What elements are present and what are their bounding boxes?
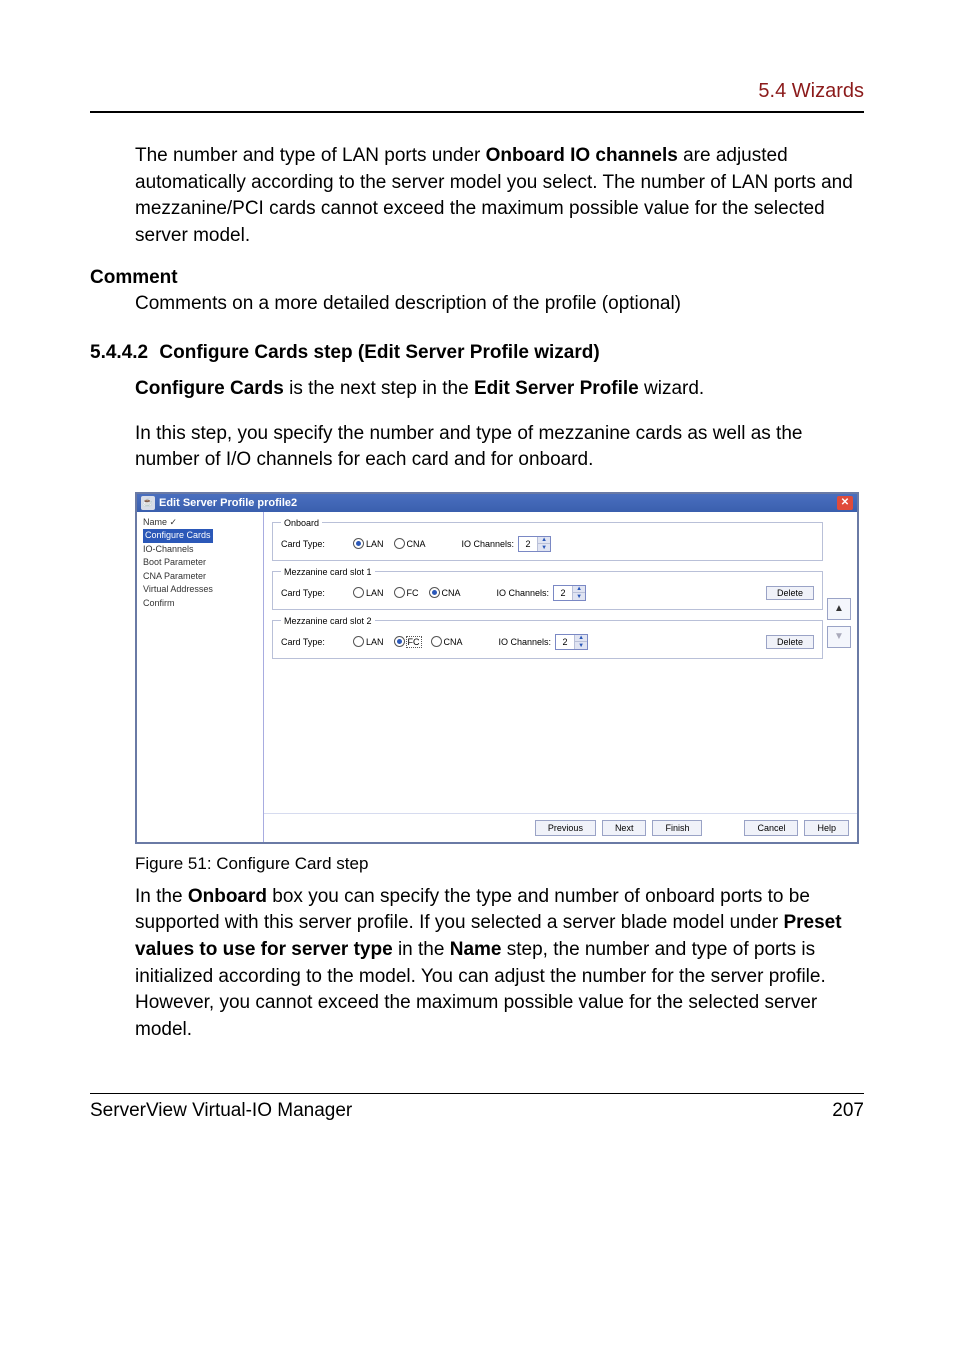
mezz1-io-spinner[interactable]: 2 ▲▼ bbox=[553, 585, 586, 601]
spinner-value: 2 bbox=[556, 635, 574, 649]
term-comment-body: Comments on a more detailed description … bbox=[135, 291, 864, 318]
group-mezz1: Mezzanine card slot 1 Card Type: LAN FC … bbox=[272, 567, 823, 610]
radio-label: FC bbox=[407, 637, 421, 647]
java-icon: ☕ bbox=[141, 496, 155, 510]
nav-item-boot-parameter[interactable]: Boot Parameter bbox=[143, 556, 263, 570]
spinner-up-icon[interactable]: ▲ bbox=[537, 537, 550, 545]
titlebar: ☕ Edit Server Profile profile2 ✕ bbox=[137, 494, 857, 512]
mezz2-legend: Mezzanine card slot 2 bbox=[281, 616, 375, 626]
bold: Edit Server Profile bbox=[474, 378, 639, 399]
group-mezz2: Mezzanine card slot 2 Card Type: LAN FC … bbox=[272, 616, 823, 659]
help-button[interactable]: Help bbox=[804, 820, 849, 836]
text: wizard. bbox=[639, 378, 704, 399]
radio-mezz1-lan[interactable]: LAN bbox=[353, 587, 384, 598]
spinner-up-icon[interactable]: ▲ bbox=[572, 586, 585, 594]
para-step-desc: In this step, you specify the number and… bbox=[135, 421, 864, 474]
nav-item-virtual-addresses[interactable]: Virtual Addresses bbox=[143, 583, 263, 597]
radio-label: FC bbox=[407, 588, 419, 598]
move-up-button[interactable]: ▲ bbox=[827, 598, 851, 620]
radio-mezz2-fc[interactable]: FC bbox=[394, 636, 421, 647]
next-button[interactable]: Next bbox=[602, 820, 647, 836]
nav-item-name[interactable]: Name bbox=[143, 516, 263, 530]
previous-button[interactable]: Previous bbox=[535, 820, 596, 836]
button-bar: Previous Next Finish Cancel Help bbox=[264, 813, 857, 842]
delete-button[interactable]: Delete bbox=[766, 586, 814, 600]
finish-button[interactable]: Finish bbox=[652, 820, 702, 836]
section-heading: 5.4.4.2 Configure Cards step (Edit Serve… bbox=[90, 342, 864, 364]
figure-dialog: ☕ Edit Server Profile profile2 ✕ Name Co… bbox=[135, 492, 864, 874]
nav-item-confirm[interactable]: Confirm bbox=[143, 597, 263, 611]
text: is the next step in the bbox=[284, 378, 474, 399]
onboard-io-spinner[interactable]: 2 ▲▼ bbox=[518, 536, 551, 552]
term-comment: Comment bbox=[90, 267, 864, 289]
spinner-value: 2 bbox=[554, 586, 572, 600]
group-onboard: Onboard Card Type: LAN CNA IO Channels: bbox=[272, 518, 823, 561]
section-number: 5.4.4.2 bbox=[90, 342, 148, 363]
cancel-button[interactable]: Cancel bbox=[744, 820, 798, 836]
radio-mezz1-fc[interactable]: FC bbox=[394, 587, 419, 598]
nav-item-configure-cards[interactable]: Configure Cards bbox=[143, 529, 213, 543]
label-card-type: Card Type: bbox=[281, 539, 337, 549]
footer-page-number: 207 bbox=[832, 1100, 864, 1122]
window-title: Edit Server Profile profile2 bbox=[159, 497, 297, 509]
label-io-channels: IO Channels: bbox=[499, 637, 552, 647]
spinner-up-icon[interactable]: ▲ bbox=[574, 635, 587, 643]
mezz2-io-spinner[interactable]: 2 ▲▼ bbox=[555, 634, 588, 650]
text: The number and type of LAN ports under bbox=[135, 145, 486, 166]
label-io-channels: IO Channels: bbox=[497, 588, 550, 598]
move-down-button[interactable]: ▼ bbox=[827, 626, 851, 648]
header-rule bbox=[90, 111, 864, 113]
spinner-down-icon[interactable]: ▼ bbox=[574, 642, 587, 649]
spinner-down-icon[interactable]: ▼ bbox=[572, 593, 585, 600]
bold: Onboard IO channels bbox=[486, 145, 678, 166]
nav-item-cna-parameter[interactable]: CNA Parameter bbox=[143, 570, 263, 584]
radio-onboard-cna[interactable]: CNA bbox=[394, 538, 426, 549]
spinner-down-icon[interactable]: ▼ bbox=[537, 544, 550, 551]
text: in the bbox=[393, 939, 450, 960]
label-io-channels: IO Channels: bbox=[462, 539, 515, 549]
radio-label: CNA bbox=[444, 637, 463, 647]
header-section: 5.4 Wizards bbox=[90, 80, 864, 103]
text: In the bbox=[135, 886, 188, 907]
label-card-type: Card Type: bbox=[281, 637, 337, 647]
page-footer: ServerView Virtual-IO Manager 207 bbox=[90, 1093, 864, 1122]
radio-label: CNA bbox=[407, 539, 426, 549]
bold: Configure Cards bbox=[135, 378, 284, 399]
figure-caption: Figure 51: Configure Card step bbox=[135, 854, 864, 874]
dialog-main: Onboard Card Type: LAN CNA IO Channels: bbox=[264, 512, 857, 842]
label-card-type: Card Type: bbox=[281, 588, 337, 598]
radio-mezz1-cna[interactable]: CNA bbox=[429, 587, 461, 598]
para-onboard-box: In the Onboard box you can specify the t… bbox=[135, 884, 864, 1044]
spinner-value: 2 bbox=[519, 537, 537, 551]
bold: Name bbox=[450, 939, 502, 960]
mezz1-legend: Mezzanine card slot 1 bbox=[281, 567, 375, 577]
close-icon[interactable]: ✕ bbox=[837, 496, 853, 510]
radio-label: LAN bbox=[366, 539, 384, 549]
section-title: Configure Cards step (Edit Server Profil… bbox=[159, 342, 599, 363]
footer-left: ServerView Virtual-IO Manager bbox=[90, 1100, 352, 1122]
dialog-edit-server-profile: ☕ Edit Server Profile profile2 ✕ Name Co… bbox=[135, 492, 859, 844]
radio-label: LAN bbox=[366, 637, 384, 647]
radio-mezz2-cna[interactable]: CNA bbox=[431, 636, 463, 647]
para-onboard-io: The number and type of LAN ports under O… bbox=[135, 143, 864, 249]
radio-onboard-lan[interactable]: LAN bbox=[353, 538, 384, 549]
radio-label: CNA bbox=[442, 588, 461, 598]
intro-line: Configure Cards is the next step in the … bbox=[135, 376, 864, 403]
nav-item-io-channels[interactable]: IO-Channels bbox=[143, 543, 263, 557]
delete-button[interactable]: Delete bbox=[766, 635, 814, 649]
wizard-nav: Name Configure Cards IO-Channels Boot Pa… bbox=[137, 512, 264, 842]
radio-mezz2-lan[interactable]: LAN bbox=[353, 636, 384, 647]
radio-label: LAN bbox=[366, 588, 384, 598]
onboard-legend: Onboard bbox=[281, 518, 322, 528]
bold: Onboard bbox=[188, 886, 267, 907]
